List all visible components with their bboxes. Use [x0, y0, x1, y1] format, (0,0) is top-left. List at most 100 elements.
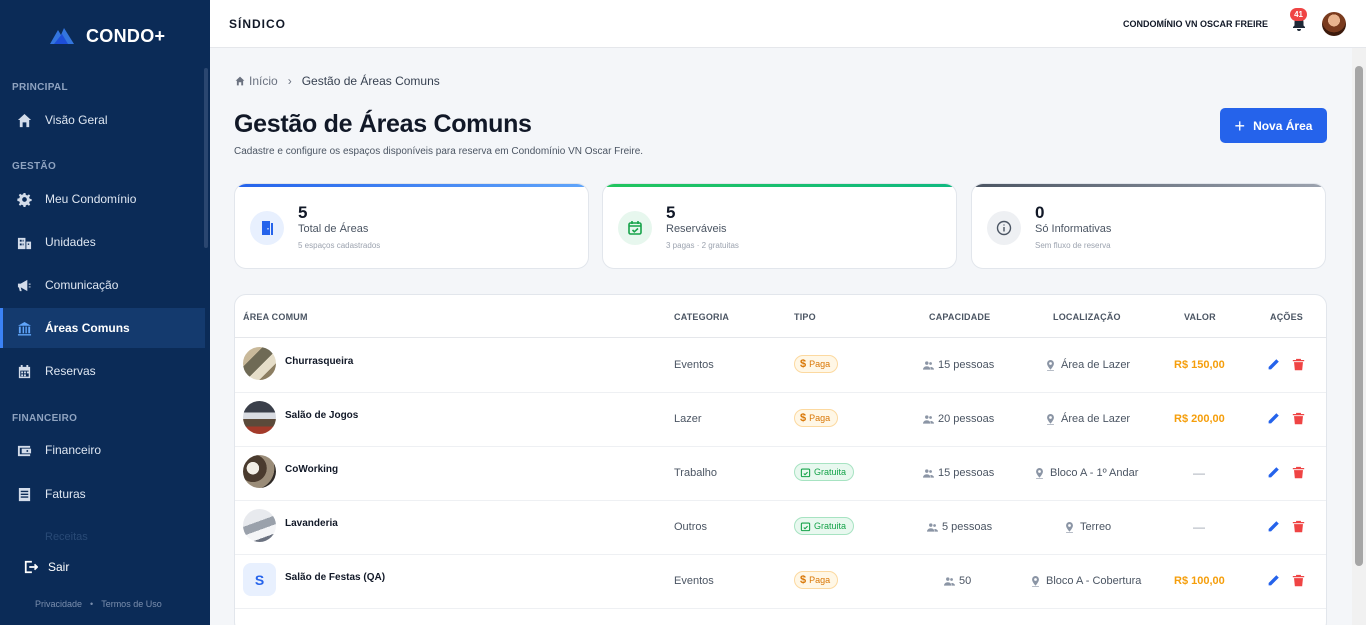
location-label: Área de Lazer [1061, 413, 1131, 425]
area-name: Salão de Jogos [285, 410, 359, 421]
privacy-link[interactable]: Privacidade [35, 599, 82, 609]
area-category: Outros [674, 521, 708, 533]
area-name: Lavanderia [285, 518, 338, 529]
sidebar-item-label: Meu Condomínio [45, 192, 137, 206]
pin-icon [1032, 575, 1039, 587]
type-badge: $ Paga [794, 355, 839, 373]
location-label: Bloco A - 1º Andar [1050, 467, 1139, 479]
area-initial: S [254, 571, 265, 588]
home-icon [17, 113, 32, 127]
logout-button[interactable]: Sair [24, 560, 69, 574]
col-header-area[interactable]: ÁREA COMUM [243, 312, 308, 322]
stat-value: 0 [1035, 203, 1045, 222]
edit-button[interactable] [1267, 466, 1280, 479]
area-initial-avatar: S [243, 563, 276, 596]
area-name: Salão de Festas (QA) [285, 572, 386, 583]
sidebar-item-comunicacao[interactable]: Comunicação [0, 265, 205, 305]
trash-icon [1292, 466, 1305, 479]
terms-link[interactable]: Termos de Uso [101, 599, 162, 609]
info-icon [987, 211, 1021, 245]
logout-label: Sair [48, 560, 70, 574]
card-accent [972, 184, 1325, 187]
location: Bloco A - Cobertura [1031, 575, 1141, 587]
sidebar-item-unidades[interactable]: Unidades [0, 222, 205, 262]
delete-button[interactable] [1292, 466, 1305, 479]
sidebar-item-label: Áreas Comuns [45, 321, 130, 335]
delete-button[interactable] [1292, 574, 1305, 587]
delete-button[interactable] [1292, 412, 1305, 425]
col-header-categoria[interactable]: CATEGORIA [674, 312, 729, 322]
sidebar-item-label: Financeiro [45, 443, 102, 457]
breadcrumb-home[interactable]: Início [235, 74, 278, 88]
brand-name: CONDO+ [86, 25, 166, 46]
table-row[interactable]: CoWorking Trabalho Gratuita 15 pessoas B… [235, 447, 1326, 501]
location: Bloco A - 1º Andar [1035, 467, 1138, 479]
pencil-icon [1268, 467, 1279, 478]
edit-button[interactable] [1267, 358, 1280, 371]
main-scrollbar[interactable] [1352, 48, 1366, 625]
stat-note: 3 pagas · 2 gratuitas [666, 241, 739, 250]
brand[interactable]: CONDO+ [0, 0, 210, 72]
sidebar-item-reservas[interactable]: Reservas [0, 351, 205, 391]
trash-icon [1292, 358, 1305, 371]
sidebar: CONDO+ PRINCIPAL GESTÃO FINANCEIRO Visão… [0, 0, 210, 625]
areas-icon [17, 321, 32, 336]
avatar[interactable] [1322, 12, 1346, 36]
col-header-localizacao[interactable]: LOCALIZAÇÃO [1053, 312, 1121, 322]
door-icon [250, 211, 284, 245]
area-name: CoWorking [285, 464, 339, 475]
area-photo [243, 509, 276, 542]
area-value: R$ 150,00 [1174, 359, 1225, 371]
pin-icon [1066, 521, 1073, 533]
trash-icon [1292, 412, 1305, 425]
stat-label: Total de Áreas [298, 223, 369, 235]
footer-separator: • [90, 599, 94, 609]
stat-note: 5 espaços cadastrados [298, 241, 381, 250]
table-row[interactable]: S Salão de Festas (QA) Eventos $ Paga 50 … [235, 555, 1326, 609]
capacity: 5 pessoas [927, 521, 992, 533]
sidebar-item-receitas[interactable]: Receitas [45, 531, 88, 543]
scrollbar-thumb[interactable] [1355, 66, 1363, 566]
condo-selector[interactable]: CONDOMÍNIO VN OSCAR FREIRE [1123, 19, 1268, 29]
sidebar-item-faturas[interactable]: Faturas [0, 474, 205, 514]
stat-card-reservaveis: 5 Reserváveis 3 pagas · 2 gratuitas [602, 183, 957, 269]
section-principal: PRINCIPAL [12, 82, 68, 93]
pin-icon [1036, 467, 1043, 479]
stat-label: Reserváveis [666, 223, 727, 235]
type-label: Gratuita [814, 521, 847, 531]
sidebar-item-label: Visão Geral [45, 113, 108, 127]
table-row[interactable]: Salão de Jogos Lazer $ Paga 20 pessoas Ár… [235, 393, 1326, 447]
people-icon [923, 360, 934, 370]
capacity: 15 pessoas [923, 359, 994, 371]
table-row[interactable]: Lavanderia Outros Gratuita 5 pessoas Ter… [235, 501, 1326, 555]
area-photo [243, 347, 276, 380]
location-label: Bloco A - Cobertura [1046, 575, 1142, 587]
area-category: Eventos [674, 575, 714, 587]
location-label: Terreo [1080, 521, 1112, 533]
delete-button[interactable] [1292, 358, 1305, 371]
edit-button[interactable] [1267, 412, 1280, 425]
type-label: Paga [809, 359, 831, 369]
area-value: — [1193, 520, 1205, 534]
pencil-icon [1268, 413, 1279, 424]
stat-note: Sem fluxo de reserva [1035, 241, 1111, 250]
capacity-label: 15 pessoas [938, 359, 995, 371]
type-label: Paga [809, 575, 831, 585]
delete-button[interactable] [1292, 520, 1305, 533]
new-area-button[interactable]: + Nova Área [1220, 108, 1327, 143]
sidebar-item-areas-comuns[interactable]: Áreas Comuns [0, 308, 205, 348]
capacity-label: 15 pessoas [938, 467, 995, 479]
type-label: Paga [809, 413, 831, 423]
col-header-tipo[interactable]: TIPO [794, 312, 816, 322]
location: Área de Lazer [1046, 359, 1130, 371]
col-header-valor[interactable]: VALOR [1184, 312, 1216, 322]
sidebar-item-meu-condominio[interactable]: Meu Condomínio [0, 179, 205, 219]
edit-button[interactable] [1267, 520, 1280, 533]
sidebar-item-financeiro[interactable]: Financeiro [0, 430, 205, 470]
col-header-capacidade[interactable]: CAPACIDADE [929, 312, 990, 322]
table-row[interactable]: Churrasqueira Eventos $ Paga 15 pessoas Á… [235, 339, 1326, 393]
sidebar-item-visao-geral[interactable]: Visão Geral [0, 100, 205, 140]
edit-button[interactable] [1267, 574, 1280, 587]
page-subtitle: Cadastre e configure os espaços disponív… [234, 146, 644, 157]
sidebar-scrollbar[interactable] [204, 68, 208, 248]
